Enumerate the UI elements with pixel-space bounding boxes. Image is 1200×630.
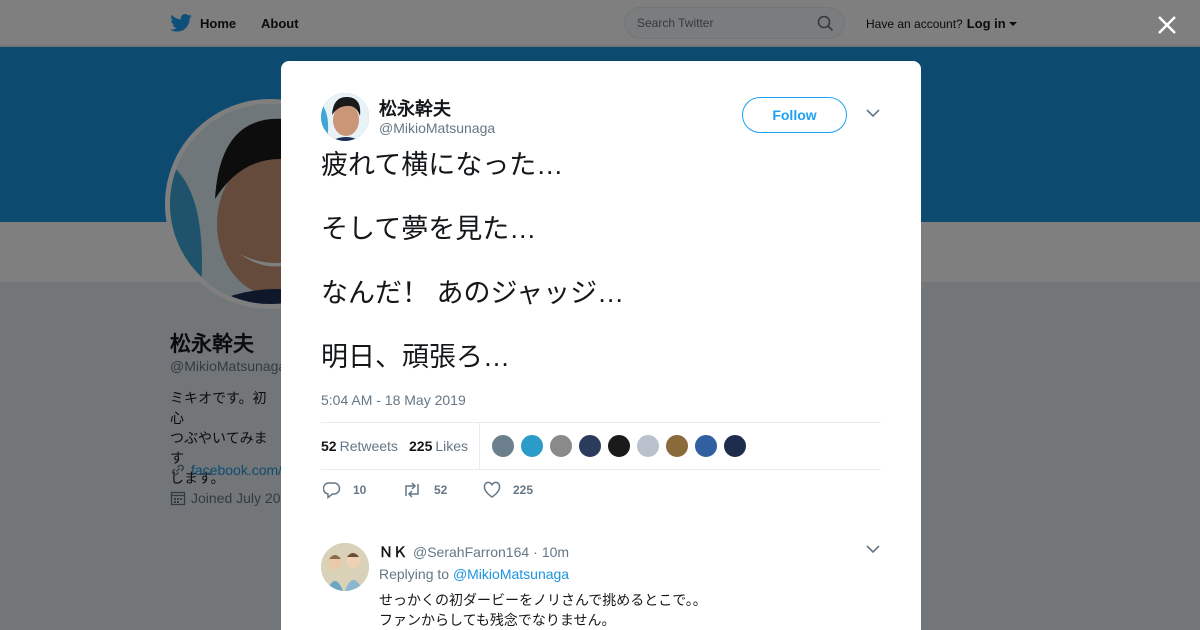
reply-header: ＮＫ @SerahFarron164 · 10m xyxy=(379,542,569,562)
tweet-text: 疲れて横になった… そして夢を見た… なんだ！ あのジャッジ… 明日、頑張ろ… xyxy=(321,149,881,405)
separator-dot: · xyxy=(533,544,538,560)
tweet-line: なんだ！ あのジャッジ… xyxy=(321,278,625,308)
reply-count: 10 xyxy=(353,483,367,497)
retweet-count: 52 xyxy=(434,483,448,497)
author-avatar[interactable] xyxy=(321,93,369,141)
like-button[interactable]: 225 xyxy=(483,481,533,499)
liker-avatar[interactable] xyxy=(549,434,573,458)
retweets-label: Retweets xyxy=(339,438,398,454)
replying-to-link[interactable]: @MikioMatsunaga xyxy=(453,566,569,582)
like-count: 225 xyxy=(513,483,534,497)
tweet-modal: 松永幹夫 @MikioMatsunaga Follow 疲れて横になった… そし… xyxy=(281,61,921,630)
author-photo xyxy=(321,93,369,141)
reply-line: ファンからしても残念でなりません。 xyxy=(379,612,616,628)
liker-avatars xyxy=(491,434,752,458)
likes-stat[interactable]: 225 Likes xyxy=(409,438,468,454)
likes-count: 225 xyxy=(409,438,433,454)
chevron-down-icon[interactable] xyxy=(866,108,880,118)
retweet-button[interactable]: 52 xyxy=(402,481,447,499)
liker-avatar[interactable] xyxy=(694,434,718,458)
reply-author-handle[interactable]: @SerahFarron164 xyxy=(413,544,529,560)
reply-author-photo xyxy=(321,543,369,591)
reply-text: せっかくの初ダービーをノリさんで挑めるとこで。。 ファンからしても残念でなりませ… xyxy=(379,590,707,630)
reply-avatar[interactable] xyxy=(321,543,369,591)
reply-author-name[interactable]: ＮＫ xyxy=(379,542,407,562)
retweets-count: 52 xyxy=(321,438,337,454)
replying-to: Replying to @MikioMatsunaga xyxy=(379,566,569,582)
tweet-stats: 52 Retweets 225 Likes xyxy=(321,422,881,470)
reply-time[interactable]: 10m xyxy=(542,544,569,560)
tweet-actions: 10 52 225 xyxy=(321,481,881,501)
liker-avatar[interactable] xyxy=(578,434,602,458)
liker-avatar[interactable] xyxy=(607,434,631,458)
author-name[interactable]: 松永幹夫 xyxy=(379,95,451,121)
stats-divider xyxy=(479,423,480,469)
tweet-timestamp[interactable]: 5:04 AM - 18 May 2019 xyxy=(321,392,466,408)
reply-button[interactable]: 10 xyxy=(323,481,366,499)
tweet-line: そして夢を見た… xyxy=(321,214,537,244)
liker-avatar[interactable] xyxy=(723,434,747,458)
author-handle[interactable]: @MikioMatsunaga xyxy=(379,120,495,136)
liker-avatar[interactable] xyxy=(665,434,689,458)
liker-avatar[interactable] xyxy=(520,434,544,458)
reply-chevron-down-icon[interactable] xyxy=(866,544,880,554)
tweet-line: 明日、頑張ろ… xyxy=(321,342,510,372)
replying-prefix: Replying to xyxy=(379,566,450,582)
likes-label: Likes xyxy=(435,438,469,454)
follow-button[interactable]: Follow xyxy=(742,97,847,133)
tweet-line: 疲れて横になった… xyxy=(321,150,564,180)
retweet-icon xyxy=(405,482,419,498)
reply-line: せっかくの初ダービーをノリさんで挑めるとこで。。 xyxy=(379,592,707,608)
close-icon[interactable] xyxy=(1155,13,1179,37)
retweets-stat[interactable]: 52 Retweets xyxy=(321,438,398,454)
reply-icon xyxy=(323,482,341,499)
liker-avatar[interactable] xyxy=(491,434,515,458)
heart-icon xyxy=(483,481,501,498)
liker-avatar[interactable] xyxy=(636,434,660,458)
